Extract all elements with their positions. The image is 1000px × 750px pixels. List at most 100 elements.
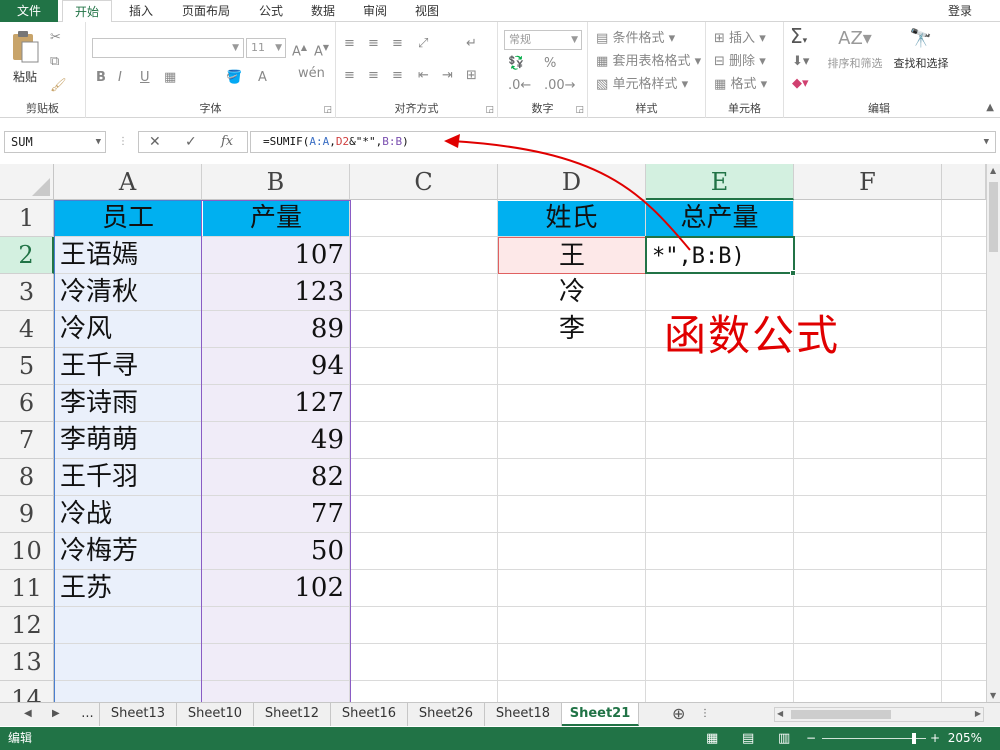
bold-button[interactable]: B: [96, 70, 106, 86]
autosum-button[interactable]: Σ▾: [790, 26, 807, 49]
wrap-text-icon[interactable]: ↵: [466, 36, 477, 52]
paste-button[interactable]: 粘贴: [8, 30, 42, 88]
sheet-tab[interactable]: Sheet26: [408, 703, 485, 726]
quantity-cell[interactable]: 50: [202, 533, 350, 570]
insert-function-icon[interactable]: fx: [221, 132, 233, 152]
normal-view-icon[interactable]: ▦: [706, 727, 718, 750]
zoom-slider-thumb[interactable]: [912, 733, 916, 744]
percent-button[interactable]: %: [544, 56, 556, 72]
cell-styles-button[interactable]: ▧ 单元格样式 ▾: [596, 77, 688, 93]
tab-data[interactable]: 数据: [300, 0, 346, 22]
row-header[interactable]: 7: [0, 422, 54, 459]
quantity-cell[interactable]: 82: [202, 459, 350, 496]
quantity-cell[interactable]: 107: [202, 237, 350, 274]
zoom-out-icon[interactable]: −: [806, 727, 816, 750]
row-header[interactable]: 3: [0, 274, 54, 311]
align-center-icon[interactable]: ≡: [368, 68, 379, 84]
employee-name-cell[interactable]: 王千羽: [54, 459, 202, 496]
column-header-d[interactable]: D: [498, 164, 646, 200]
employee-name-cell[interactable]: 冷清秋: [54, 274, 202, 311]
indent-decrease-icon[interactable]: ⇤: [418, 68, 429, 84]
sheet-tab-more[interactable]: ...: [76, 703, 100, 726]
fill-color-icon[interactable]: 🪣: [226, 70, 242, 86]
border-icon[interactable]: ▦: [164, 70, 176, 86]
column-header-b[interactable]: B: [202, 164, 350, 200]
login-link[interactable]: 登录: [948, 0, 972, 22]
row-header[interactable]: 5: [0, 348, 54, 385]
sheet-tab[interactable]: Sheet13: [100, 703, 177, 726]
surname-cell[interactable]: 李: [498, 311, 646, 348]
row-header[interactable]: 13: [0, 644, 54, 681]
zoom-in-icon[interactable]: +: [930, 727, 940, 750]
row-header[interactable]: 14: [0, 681, 54, 704]
tab-file[interactable]: 文件: [0, 0, 58, 22]
add-sheet-icon[interactable]: ⊕: [672, 703, 685, 726]
sheet-tab[interactable]: Sheet18: [485, 703, 562, 726]
quantity-cell[interactable]: 123: [202, 274, 350, 311]
font-family-select[interactable]: ▼: [92, 38, 244, 58]
font-color-icon[interactable]: A: [258, 70, 267, 86]
vertical-scrollbar[interactable]: ▲ ▼: [986, 164, 1000, 704]
zoom-level[interactable]: 205%: [948, 727, 982, 750]
orientation-icon[interactable]: ⤢: [418, 36, 428, 52]
copy-icon[interactable]: ⧉: [50, 54, 59, 70]
fill-icon[interactable]: ⬇▾: [792, 54, 809, 70]
row-header[interactable]: 9: [0, 496, 54, 533]
underline-button[interactable]: U: [140, 70, 150, 86]
quantity-cell[interactable]: 89: [202, 311, 350, 348]
row-header[interactable]: 10: [0, 533, 54, 570]
sheet-tab[interactable]: Sheet12: [254, 703, 331, 726]
conditional-format-button[interactable]: ▤ 条件格式 ▾: [596, 31, 675, 47]
scroll-down-icon[interactable]: ▼: [990, 691, 996, 700]
indent-increase-icon[interactable]: ⇥: [442, 68, 453, 84]
number-format-select[interactable]: 常规 ▼: [504, 30, 582, 50]
employee-name-cell[interactable]: 冷风: [54, 311, 202, 348]
alignment-dialog-launcher-icon[interactable]: ◲: [485, 105, 494, 115]
scroll-up-icon[interactable]: ▲: [990, 166, 996, 175]
italic-button[interactable]: I: [118, 70, 122, 86]
employee-name-cell[interactable]: 王苏: [54, 570, 202, 607]
employee-name-cell[interactable]: 王千寻: [54, 348, 202, 385]
row-header[interactable]: 2: [0, 237, 54, 274]
format-painter-icon[interactable]: 🖌: [50, 78, 67, 94]
clear-icon[interactable]: ◆▾: [792, 76, 809, 92]
page-layout-view-icon[interactable]: ▤: [742, 727, 754, 750]
employee-name-cell[interactable]: 李萌萌: [54, 422, 202, 459]
hscroll-thumb[interactable]: [791, 710, 891, 719]
increase-decimal-icon[interactable]: .0←: [508, 78, 531, 94]
row-header[interactable]: 11: [0, 570, 54, 607]
employee-name-cell[interactable]: 冷战: [54, 496, 202, 533]
row-header[interactable]: 4: [0, 311, 54, 348]
tab-formulas[interactable]: 公式: [248, 0, 294, 22]
sort-filter-button[interactable]: AZ▾ 排序和筛选: [822, 28, 888, 71]
quantity-cell[interactable]: 94: [202, 348, 350, 385]
horizontal-scrollbar[interactable]: ◀ ▶: [774, 707, 984, 722]
scroll-thumb[interactable]: [989, 182, 998, 252]
scroll-left-icon[interactable]: ◀: [777, 709, 783, 718]
align-right-icon[interactable]: ≡: [392, 68, 403, 84]
sheet-tab[interactable]: Sheet10: [177, 703, 254, 726]
format-cells-button[interactable]: ▦ 格式 ▾: [714, 77, 767, 93]
currency-icon[interactable]: 💱: [508, 56, 524, 72]
column-header-c[interactable]: C: [350, 164, 498, 200]
prev-sheet-icon[interactable]: ◀: [24, 703, 32, 726]
employee-name-cell[interactable]: 王语嫣: [54, 237, 202, 274]
tab-insert[interactable]: 插入: [118, 0, 164, 22]
quantity-cell[interactable]: 102: [202, 570, 350, 607]
page-break-view-icon[interactable]: ▥: [778, 727, 790, 750]
select-all-button[interactable]: [0, 164, 54, 200]
collapse-ribbon-icon[interactable]: ▲: [986, 102, 994, 113]
quantity-cell[interactable]: 77: [202, 496, 350, 533]
fill-handle[interactable]: [790, 270, 796, 276]
employee-name-cell[interactable]: 冷梅芳: [54, 533, 202, 570]
quantity-cell[interactable]: 49: [202, 422, 350, 459]
header-cell-quantity[interactable]: 产量: [203, 201, 349, 236]
column-header-f[interactable]: F: [794, 164, 942, 200]
number-dialog-launcher-icon[interactable]: ◲: [575, 105, 584, 115]
row-header[interactable]: 12: [0, 607, 54, 644]
surname-cell[interactable]: 冷: [498, 274, 646, 311]
align-middle-icon[interactable]: ≡: [368, 36, 379, 52]
align-top-icon[interactable]: ≡: [344, 36, 355, 52]
sheet-tab-active[interactable]: Sheet21: [562, 703, 639, 726]
scroll-right-icon[interactable]: ▶: [975, 709, 981, 718]
